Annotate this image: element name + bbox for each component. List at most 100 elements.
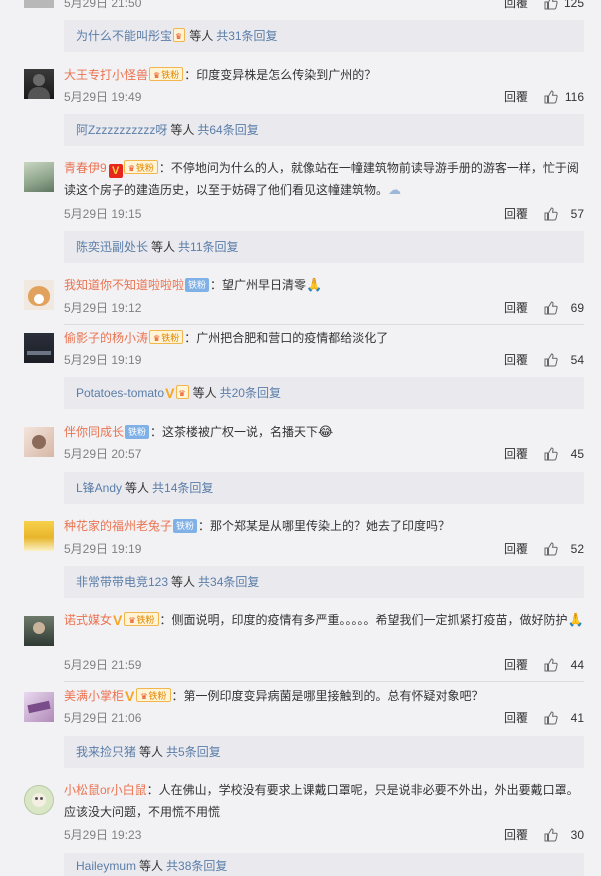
sub-reply-deng: 等人 xyxy=(139,859,164,873)
avatar[interactable] xyxy=(24,0,54,8)
comment-text: ：这茶楼被广权一说，名播天下 xyxy=(150,425,319,439)
pray-emoji-icon: 🙏 xyxy=(567,612,584,627)
fan-badge: ♛铁粉 xyxy=(149,330,184,344)
comment-body: 种花家的福州老兔子 铁粉 ：那个郑某是从哪里传染上的？她去了印度吗？ xyxy=(64,515,584,537)
sub-reply-count[interactable]: 共64条回复 xyxy=(197,123,258,137)
like-count: 30 xyxy=(570,828,584,842)
reply-button[interactable]: 回覆 xyxy=(504,445,528,463)
comment-username[interactable]: 种花家的福州老兔子 xyxy=(64,519,172,533)
verified-v-icon: V xyxy=(165,385,175,401)
sub-replies-link[interactable]: Potatoes-tomatoV ♛ 等人 共20条回复 xyxy=(64,377,584,409)
like-count: 41 xyxy=(570,711,584,725)
thumbs-up-icon xyxy=(544,0,558,10)
pray-emoji-icon: 🙏 xyxy=(306,277,323,292)
comment-username[interactable]: 美满小掌柜 xyxy=(64,689,124,703)
avatar[interactable] xyxy=(24,616,54,646)
like-button[interactable]: 52 xyxy=(544,540,584,558)
comment-username[interactable]: 诺式媒女 xyxy=(64,613,112,627)
like-button[interactable]: 116 xyxy=(544,88,584,106)
comment-username[interactable]: 偷影子的杨小涛 xyxy=(64,331,148,345)
like-button[interactable]: 41 xyxy=(544,709,584,727)
comment-time: 5月29日 21:59 xyxy=(64,658,142,672)
sub-replies-link[interactable]: 我来捡只猪 等人 共5条回复 xyxy=(64,736,584,768)
divider xyxy=(64,324,584,325)
like-button[interactable]: 30 xyxy=(544,826,584,844)
sub-reply-count[interactable]: 共11条回复 xyxy=(178,240,238,254)
sub-reply-deng: 等人 xyxy=(139,745,164,759)
sub-replies-link[interactable]: 陈奕迅副处长 等人 共11条回复 xyxy=(64,231,584,263)
like-button[interactable]: 54 xyxy=(544,351,584,369)
sub-reply-count[interactable]: 共14条回复 xyxy=(152,481,213,495)
sub-reply-count[interactable]: 共31条回复 xyxy=(216,29,277,43)
reply-button[interactable]: 回覆 xyxy=(504,709,528,727)
sub-reply-user[interactable]: Haileymum xyxy=(76,859,136,873)
like-count: 54 xyxy=(570,353,584,367)
reply-button[interactable]: 回覆 xyxy=(504,0,528,12)
sub-reply-deng: 等人 xyxy=(192,386,217,400)
comment-text: ：印度变异株是怎么传染到广州的？ xyxy=(184,68,377,82)
like-button[interactable]: 69 xyxy=(544,299,584,317)
sub-reply-count[interactable]: 共34条回复 xyxy=(198,575,259,589)
comment-time: 5月29日 21:06 xyxy=(64,711,142,725)
sub-reply-user[interactable]: 非常带带电竞123 xyxy=(76,575,168,589)
comment-username[interactable]: 我知道你不知道啦啦啦 xyxy=(64,278,184,292)
reply-button[interactable]: 回覆 xyxy=(504,205,528,223)
sub-reply-user[interactable]: 为什么不能叫彤宝 xyxy=(76,29,172,43)
vip-v-icon: V xyxy=(108,164,123,178)
sub-replies-link[interactable]: Haileymum 等人 共38条回复 xyxy=(64,853,584,876)
fan-badge: ♛铁粉 xyxy=(123,160,158,174)
sub-replies-link[interactable]: 为什么不能叫彤宝 ♛ 等人 共31条回复 xyxy=(64,20,584,52)
comment-username[interactable]: 大王专打小怪兽 xyxy=(64,68,148,82)
like-button[interactable]: 45 xyxy=(544,445,584,463)
comment-meta: 5月29日 21:06 回覆 41 xyxy=(64,709,584,727)
like-button[interactable]: 44 xyxy=(544,656,584,674)
sub-reply-count[interactable]: 共38条回复 xyxy=(166,859,227,873)
like-button[interactable]: 125 xyxy=(544,0,584,12)
sub-reply-user[interactable]: L锋Andy xyxy=(76,481,122,495)
sub-replies-link[interactable]: 非常带带电竞123 等人 共34条回复 xyxy=(64,566,584,598)
avatar[interactable] xyxy=(24,427,54,457)
sub-reply-user[interactable]: 陈奕迅副处长 xyxy=(76,240,148,254)
like-count: 116 xyxy=(564,90,584,104)
comment-username[interactable]: 青春伊9 xyxy=(64,161,107,175)
avatar[interactable] xyxy=(24,69,54,99)
avatar[interactable] xyxy=(24,333,54,363)
fan-badge: ♛ xyxy=(173,28,186,42)
sub-reply-user[interactable]: 阿Zzzzzzzzzzz呀 xyxy=(76,123,167,137)
avatar[interactable] xyxy=(24,692,54,722)
verified-v-icon: V xyxy=(125,688,135,704)
avatar[interactable] xyxy=(24,162,54,192)
comment-username[interactable]: 小松鼠or小白鼠 xyxy=(64,783,147,797)
sub-reply-count[interactable]: 共20条回复 xyxy=(220,386,281,400)
like-button[interactable]: 57 xyxy=(544,205,584,223)
like-count: 69 xyxy=(570,301,584,315)
reply-button[interactable]: 回覆 xyxy=(504,88,528,106)
reply-button[interactable]: 回覆 xyxy=(504,540,528,558)
sub-replies-link[interactable]: L锋Andy 等人 共14条回复 xyxy=(64,472,584,504)
reply-button[interactable]: 回覆 xyxy=(504,351,528,369)
fan-badge: ♛铁粉 xyxy=(136,688,171,702)
sub-replies-link[interactable]: 阿Zzzzzzzzzzz呀 等人 共64条回复 xyxy=(64,114,584,146)
avatar[interactable] xyxy=(24,521,54,551)
like-count: 44 xyxy=(570,658,584,672)
sub-reply-count[interactable]: 共5条回复 xyxy=(166,745,221,759)
thumbs-up-icon xyxy=(544,828,558,842)
reply-button[interactable]: 回覆 xyxy=(504,656,528,674)
sub-reply-user[interactable]: Potatoes-tomato xyxy=(76,386,164,400)
comment-body: 青春伊9 V ♛铁粉 ：不停地问为什么的人，就像站在一幢建筑物前读导游手册的游客一样，… xyxy=(64,157,584,201)
comment-meta: 5月29日 21:59 回覆 44 xyxy=(64,656,584,674)
sub-reply-user[interactable]: 我来捡只猪 xyxy=(76,745,136,759)
comment-meta: 5月29日 19:49 回覆 116 xyxy=(64,88,584,106)
avatar[interactable] xyxy=(24,785,54,815)
laugh-emoji-icon: 😂 xyxy=(318,424,334,439)
thumbs-up-icon xyxy=(544,711,558,725)
comment-meta: 5月29日 19:19 回覆 54 xyxy=(64,351,584,369)
comment-body: 美满小掌柜V ♛铁粉 ：第一例印度变异病菌是哪里接触到的。总有怀疑对象吧？ xyxy=(64,685,584,707)
reply-button[interactable]: 回覆 xyxy=(504,299,528,317)
comment-username[interactable]: 伴你同成长 xyxy=(64,425,124,439)
avatar[interactable] xyxy=(24,280,54,310)
verified-v-icon: V xyxy=(113,612,123,628)
like-count: 45 xyxy=(570,447,584,461)
reply-button[interactable]: 回覆 xyxy=(504,826,528,844)
thumbs-up-icon xyxy=(544,447,558,461)
